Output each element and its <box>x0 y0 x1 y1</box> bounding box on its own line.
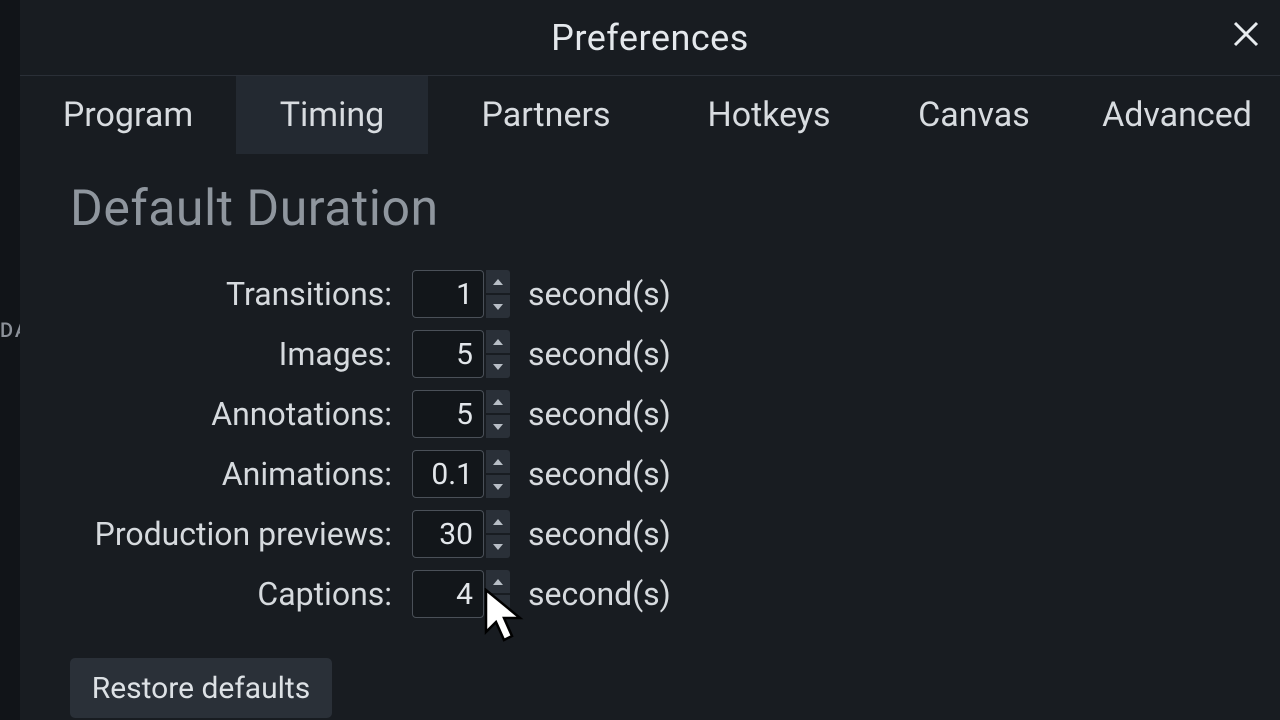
label-animations: Animations: <box>70 455 412 493</box>
row-animations: Animations: second(s) <box>70 450 1230 498</box>
chevron-up-icon <box>492 398 504 406</box>
stepper-down-images[interactable] <box>486 355 510 378</box>
row-transitions: Transitions: second(s) <box>70 270 1230 318</box>
chevron-down-icon <box>492 423 504 431</box>
stepper-up-captions[interactable] <box>486 570 510 593</box>
stepper-production-previews <box>412 510 510 558</box>
label-production-previews: Production previews: <box>70 515 412 553</box>
chevron-up-icon <box>492 578 504 586</box>
backdrop-strip: DA <box>0 0 20 720</box>
chevron-up-icon <box>492 338 504 346</box>
dialog-title: Preferences <box>551 17 749 59</box>
unit-animations: second(s) <box>528 455 671 493</box>
stepper-arrows-annotations <box>486 390 510 438</box>
chevron-down-icon <box>492 363 504 371</box>
stepper-down-annotations[interactable] <box>486 415 510 438</box>
section-heading: Default Duration <box>70 180 1230 238</box>
stepper-arrows-captions <box>486 570 510 618</box>
close-button[interactable] <box>1226 14 1266 54</box>
input-images[interactable] <box>412 330 484 378</box>
unit-annotations: second(s) <box>528 395 671 433</box>
input-animations[interactable] <box>412 450 484 498</box>
row-production-previews: Production previews: second(s) <box>70 510 1230 558</box>
label-images: Images: <box>70 335 412 373</box>
stepper-images <box>412 330 510 378</box>
input-production-previews[interactable] <box>412 510 484 558</box>
stepper-arrows-transitions <box>486 270 510 318</box>
stepper-down-animations[interactable] <box>486 475 510 498</box>
row-annotations: Annotations: second(s) <box>70 390 1230 438</box>
close-icon <box>1231 19 1261 49</box>
row-images: Images: second(s) <box>70 330 1230 378</box>
label-transitions: Transitions: <box>70 275 412 313</box>
input-captions[interactable] <box>412 570 484 618</box>
tab-program[interactable]: Program <box>20 76 236 154</box>
tab-partners[interactable]: Partners <box>428 76 664 154</box>
content-area: Default Duration Transitions: second(s) … <box>20 154 1280 718</box>
stepper-arrows-animations <box>486 450 510 498</box>
chevron-up-icon <box>492 458 504 466</box>
stepper-down-transitions[interactable] <box>486 295 510 318</box>
tab-canvas[interactable]: Canvas <box>874 76 1074 154</box>
preferences-dialog: Preferences Program Timing Partners Hotk… <box>20 0 1280 720</box>
stepper-arrows-images <box>486 330 510 378</box>
stepper-transitions <box>412 270 510 318</box>
duration-form: Transitions: second(s) Images: <box>70 270 1230 618</box>
tab-advanced[interactable]: Advanced <box>1074 76 1280 154</box>
restore-defaults-button[interactable]: Restore defaults <box>70 658 332 718</box>
stepper-arrows-production-previews <box>486 510 510 558</box>
stepper-captions <box>412 570 510 618</box>
stepper-animations <box>412 450 510 498</box>
input-annotations[interactable] <box>412 390 484 438</box>
chevron-up-icon <box>492 518 504 526</box>
chevron-down-icon <box>492 303 504 311</box>
chevron-down-icon <box>492 543 504 551</box>
chevron-down-icon <box>492 603 504 611</box>
tab-hotkeys[interactable]: Hotkeys <box>664 76 874 154</box>
unit-transitions: second(s) <box>528 275 671 313</box>
stepper-up-images[interactable] <box>486 330 510 353</box>
label-captions: Captions: <box>70 575 412 613</box>
stepper-up-animations[interactable] <box>486 450 510 473</box>
stepper-down-production-previews[interactable] <box>486 535 510 558</box>
stepper-up-production-previews[interactable] <box>486 510 510 533</box>
unit-images: second(s) <box>528 335 671 373</box>
unit-production-previews: second(s) <box>528 515 671 553</box>
tabs: Program Timing Partners Hotkeys Canvas A… <box>20 76 1280 154</box>
stepper-up-annotations[interactable] <box>486 390 510 413</box>
chevron-down-icon <box>492 483 504 491</box>
stepper-up-transitions[interactable] <box>486 270 510 293</box>
input-transitions[interactable] <box>412 270 484 318</box>
stepper-annotations <box>412 390 510 438</box>
stepper-down-captions[interactable] <box>486 595 510 618</box>
unit-captions: second(s) <box>528 575 671 613</box>
titlebar: Preferences <box>20 0 1280 76</box>
row-captions: Captions: second(s) <box>70 570 1230 618</box>
label-annotations: Annotations: <box>70 395 412 433</box>
chevron-up-icon <box>492 278 504 286</box>
tab-timing[interactable]: Timing <box>236 76 428 154</box>
